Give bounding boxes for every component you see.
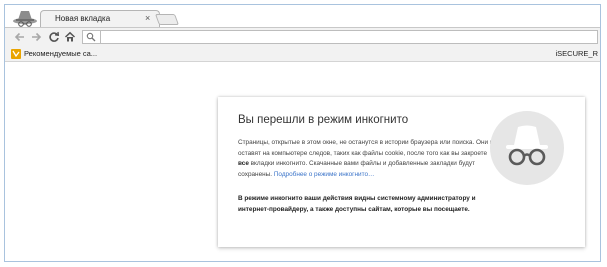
home-button[interactable] [64,31,76,43]
omnibox[interactable] [82,30,598,44]
forward-button[interactable] [30,31,42,43]
bookmarks-bar: Рекомендуемые са... iSECURE_R [5,45,600,62]
reload-button[interactable] [48,31,60,43]
tab-new-tab[interactable]: Новая вкладка × [40,10,160,28]
incognito-spy-icon [490,111,564,185]
description-bold-text: все [238,160,249,168]
new-tab-button[interactable] [154,14,180,25]
bookmark-apps-icon [11,48,21,59]
incognito-warning: В режиме инкогнито ваши действия видны с… [238,195,476,213]
incognito-badge-icon [10,7,40,27]
description-text: Страницы, открытые в этом окне, не остан… [238,139,497,157]
address-input[interactable] [100,31,595,43]
tab-close-icon[interactable]: × [145,13,150,23]
back-button[interactable] [14,31,26,43]
tab-strip: Новая вкладка × [5,5,600,28]
reload-icon [49,31,60,42]
browser-window: Новая вкладка × Рекомендуемые са... iSEC… [4,4,601,262]
tab-title: Новая вкладка [55,14,111,23]
search-icon [86,32,96,42]
incognito-info-card: Вы перешли в режим инкогнито Страницы, о… [218,97,585,247]
toolbar [5,27,600,45]
incognito-description: Страницы, открытые в этом окне, не остан… [238,138,498,180]
learn-more-link[interactable]: Подробнее о режиме инкогнито… [274,171,375,178]
bookmark-item-right[interactable]: iSECURE_R [555,49,598,58]
bookmark-label: Рекомендуемые са... [24,49,98,58]
home-icon [64,31,76,42]
forward-arrow-icon [32,32,42,42]
bookmark-item[interactable]: Рекомендуемые са... [11,48,97,59]
page-content: Вы перешли в режим инкогнито Страницы, о… [5,62,600,261]
back-arrow-icon [14,32,24,42]
page-title: Вы перешли в режим инкогнито [238,114,409,126]
